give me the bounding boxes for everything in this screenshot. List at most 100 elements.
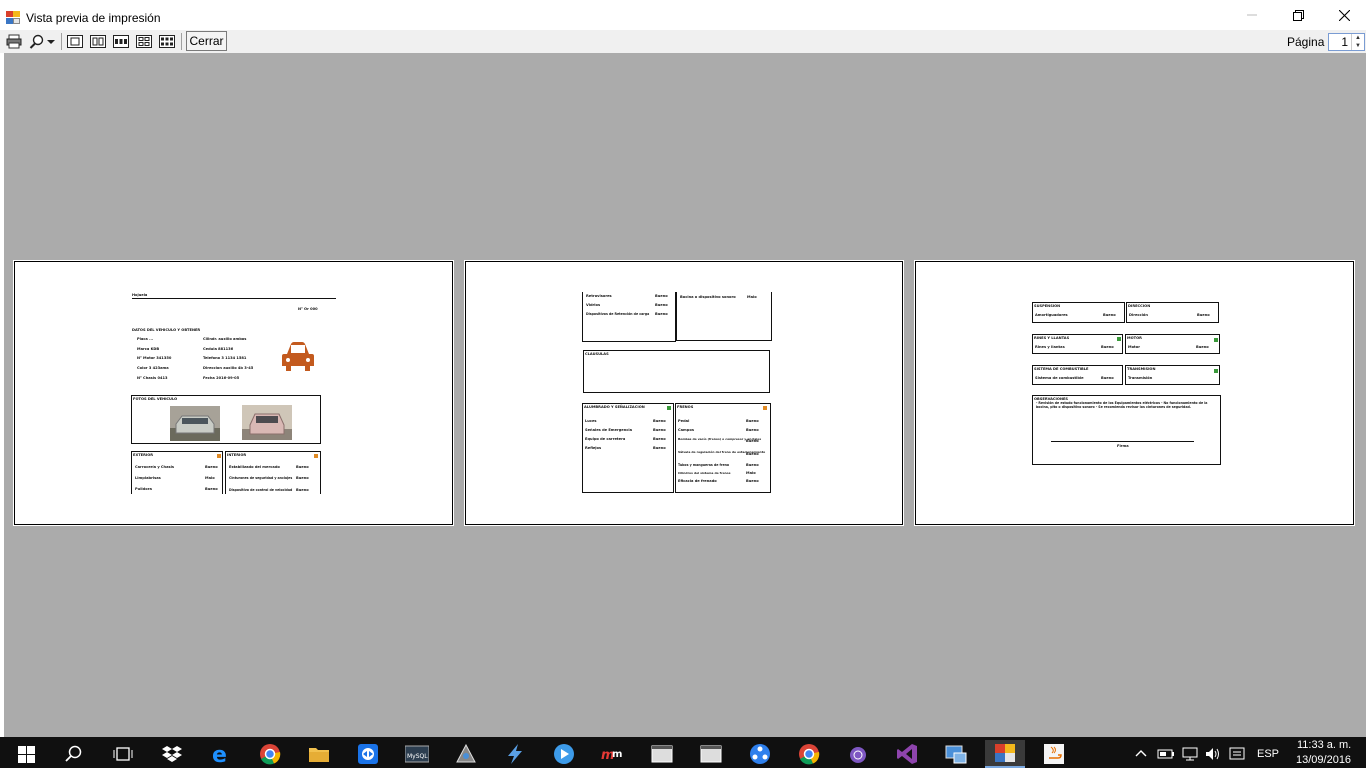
item-value: Malo bbox=[746, 471, 756, 475]
zoom-dropdown-button[interactable] bbox=[27, 33, 57, 50]
taskbar-app-bolt[interactable] bbox=[495, 740, 535, 768]
taskbar-app-edge[interactable]: e bbox=[201, 740, 241, 768]
page-number-stepper[interactable]: 1 ▲ ▼ bbox=[1328, 33, 1365, 51]
title-bar: Vista previa de impresión bbox=[0, 0, 1366, 30]
item-label: Amortiguadores bbox=[1035, 313, 1068, 317]
brakes-section: FRENOS Pedal Bueno Campos Bueno Bombas d… bbox=[675, 403, 771, 493]
four-pages-button[interactable] bbox=[135, 33, 153, 50]
item-label: Campos bbox=[678, 428, 694, 432]
triangle-tool-icon bbox=[456, 743, 476, 763]
exterior-item-label: Pulidora bbox=[135, 487, 152, 491]
vehicle-field-left: N° Chasis 0413 bbox=[137, 376, 168, 380]
vehicle-field-left: N° Motor 341350 bbox=[137, 356, 172, 360]
taskbar-app-media-player[interactable] bbox=[544, 740, 584, 768]
six-pages-button[interactable] bbox=[158, 33, 176, 50]
taskbar-app-remote[interactable] bbox=[936, 740, 976, 768]
taskbar-app-chrome-2[interactable] bbox=[789, 740, 829, 768]
restore-button[interactable] bbox=[1275, 0, 1321, 30]
one-page-button[interactable] bbox=[66, 33, 84, 50]
taskbar-app-dropbox[interactable] bbox=[152, 740, 192, 768]
clauses-title: CLAUSULAS bbox=[585, 352, 609, 356]
vehicle-field-right: Cilindr. auxilio ambos bbox=[203, 337, 247, 341]
taskbar-app-visual-studio[interactable] bbox=[887, 740, 927, 768]
preview-page-2[interactable]: Retrovisores Bueno Vidrios Bueno Disposi… bbox=[464, 260, 904, 526]
windows-taskbar: e MySQL mm ESP 11:33 a. m. 13/09/2016 bbox=[0, 737, 1366, 768]
item-label: Dirección bbox=[1129, 313, 1148, 317]
page1-header-title: Hojuela bbox=[132, 293, 148, 297]
edge-icon: e bbox=[212, 743, 227, 765]
taskbar-app-print-preview[interactable] bbox=[985, 740, 1025, 768]
volume-icon[interactable] bbox=[1205, 747, 1221, 761]
taskbar-app-file-explorer[interactable] bbox=[299, 740, 339, 768]
mm-app-icon: mm bbox=[601, 748, 622, 763]
exterior-title: EXTERIOR bbox=[133, 453, 154, 457]
item-value: Bueno bbox=[746, 428, 759, 432]
lights-section: ALUMBRADO Y SEÑALIZACION Luces Bueno Señ… bbox=[582, 403, 674, 493]
observations-section: OBSERVACIONES - Revisión de estado funci… bbox=[1032, 395, 1221, 465]
item-value: Malo bbox=[747, 295, 757, 299]
taskbar-app-window-2[interactable] bbox=[691, 740, 731, 768]
task-view-icon bbox=[113, 747, 133, 761]
svg-text:MySQL: MySQL bbox=[407, 753, 428, 760]
chrome-icon bbox=[799, 744, 820, 765]
clock-date[interactable]: 13/09/2016 bbox=[1296, 754, 1351, 766]
input-language-indicator[interactable]: ESP bbox=[1257, 748, 1279, 760]
battery-power-icon[interactable] bbox=[1157, 748, 1175, 760]
item-value: Bueno bbox=[655, 312, 668, 316]
task-view-button[interactable] bbox=[103, 740, 143, 768]
item-value: Bueno bbox=[746, 439, 759, 443]
preview-toolbar: Cerrar Página bbox=[0, 30, 1366, 53]
exterior-item-label: Carrocería y Chasis bbox=[135, 465, 175, 469]
interior-item-value: Bueno bbox=[296, 465, 309, 469]
taskbar-app-tor[interactable] bbox=[838, 740, 878, 768]
item-value: Bueno bbox=[1197, 313, 1210, 317]
taskbar-app-java[interactable] bbox=[1034, 740, 1074, 768]
transmission-title: TRANSMISION bbox=[1127, 367, 1156, 371]
print-preview-canvas[interactable]: Hojuela N° Or 000 DATOS DEL VEHICULO Y O… bbox=[4, 53, 1366, 737]
item-value: Bueno bbox=[653, 428, 666, 432]
taskbar-app-network[interactable] bbox=[740, 740, 780, 768]
stepper-arrows-icon[interactable]: ▲ ▼ bbox=[1351, 34, 1364, 50]
vehicle-field-left: Marca KDB bbox=[137, 347, 160, 351]
window-icon bbox=[651, 745, 673, 763]
close-window-button[interactable] bbox=[1321, 0, 1366, 30]
preview-page-3[interactable]: SUSPENSION Amortiguadores Bueno DIRECCIO… bbox=[914, 260, 1355, 526]
show-hidden-icons-chevron-icon[interactable] bbox=[1135, 749, 1147, 757]
close-preview-button[interactable]: Cerrar bbox=[186, 31, 227, 51]
car-icon bbox=[282, 342, 314, 371]
window-title: Vista previa de impresión bbox=[26, 11, 161, 25]
taskbar-app-mysql[interactable]: MySQL bbox=[397, 740, 437, 768]
taskbar-app-mm[interactable]: mm bbox=[593, 740, 633, 768]
vehicle-field-right: Fecha 2016-09-05 bbox=[203, 376, 240, 380]
toolbar-separator bbox=[181, 33, 182, 50]
remote-desktop-icon bbox=[945, 745, 967, 764]
four-pages-icon bbox=[136, 35, 152, 48]
clock-time[interactable]: 11:33 a. m. bbox=[1297, 739, 1351, 751]
taskbar-app-chrome[interactable] bbox=[250, 740, 290, 768]
item-label: Retrovisores bbox=[586, 294, 612, 298]
vehicle-field-left: Color 3 423ama bbox=[137, 366, 169, 370]
minimize-button[interactable] bbox=[1229, 0, 1275, 30]
interior-item-label: Cinturones de seguridad y anclajes bbox=[229, 476, 293, 480]
taskbar-app-teamviewer[interactable] bbox=[348, 740, 388, 768]
taskbar-app-tool[interactable] bbox=[446, 740, 486, 768]
engine-title: MOTOR bbox=[1127, 336, 1142, 340]
svg-text:m: m bbox=[612, 749, 622, 760]
toolbar-separator bbox=[61, 33, 62, 50]
item-label: Eficacia de frenado bbox=[678, 479, 717, 483]
start-button[interactable] bbox=[6, 740, 46, 768]
print-button[interactable] bbox=[5, 33, 23, 50]
preview-page-1[interactable]: Hojuela N° Or 000 DATOS DEL VEHICULO Y O… bbox=[13, 260, 454, 526]
action-center-icon[interactable] bbox=[1229, 747, 1245, 761]
steering-section: DIRECCION Dirección Bueno bbox=[1126, 302, 1219, 323]
item-label: Pedal bbox=[678, 419, 690, 423]
item-label: Bocina o dispositivo sonoro bbox=[680, 295, 736, 299]
two-pages-button[interactable] bbox=[89, 33, 107, 50]
network-icon[interactable] bbox=[1182, 747, 1198, 761]
three-pages-button[interactable] bbox=[112, 33, 130, 50]
taskbar-search-button[interactable] bbox=[54, 740, 94, 768]
printer-icon bbox=[6, 34, 22, 49]
minimize-icon bbox=[1247, 14, 1257, 16]
taskbar-app-window-1[interactable] bbox=[642, 740, 682, 768]
windows-logo-icon bbox=[17, 745, 35, 763]
